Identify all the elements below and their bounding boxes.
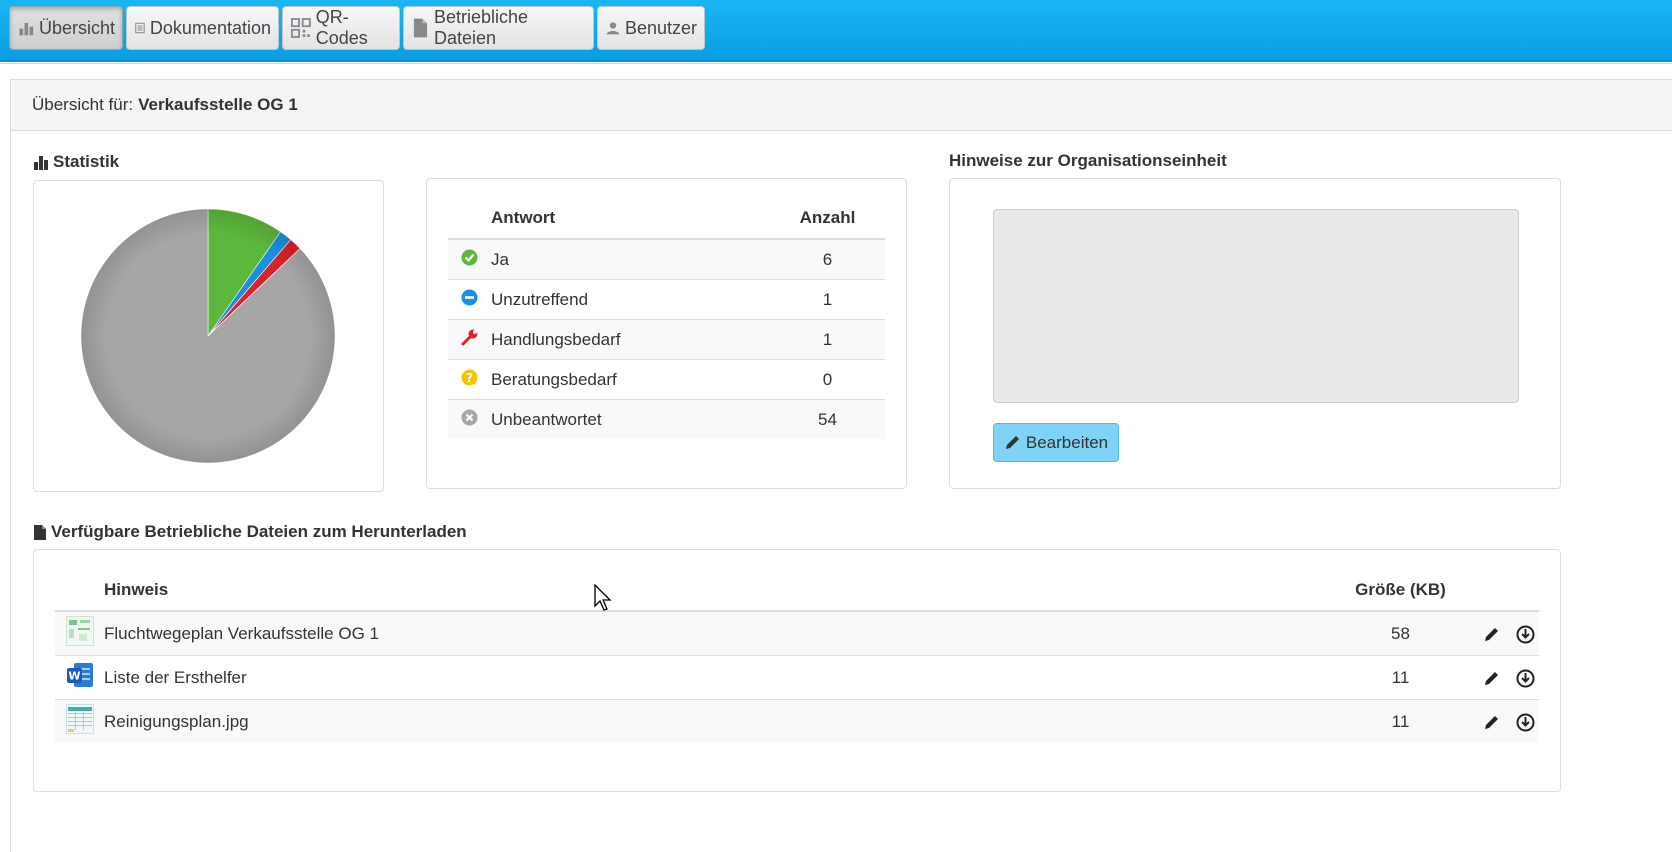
question-circle-icon: ? — [461, 369, 478, 385]
tab-betriebliche-dateien[interactable]: Betriebliche Dateien — [403, 6, 594, 50]
table-row: Unbeantwortet 54 — [448, 399, 885, 439]
overview-panel: Übersicht für: Verkaufsstelle OG 1 Stati… — [10, 79, 1672, 852]
download-icon[interactable] — [1516, 669, 1535, 688]
check-circle-icon — [461, 249, 478, 265]
spreadsheet-thumbnail-icon[interactable] — [65, 704, 94, 734]
table-row: Fluchtwegeplan Verkaufsstelle OG 1 58 — [55, 610, 1539, 656]
file-name[interactable]: Liste der Ersthelfer — [104, 655, 1352, 700]
header-hint: Hinweis — [104, 569, 1352, 612]
main-tabs: Übersicht Dokumentation QR-Codes Betrieb… — [9, 6, 705, 50]
file-size: 11 — [1352, 699, 1449, 743]
file-icon — [34, 524, 46, 540]
svg-text:W: W — [68, 670, 80, 683]
edit-button[interactable]: Bearbeiten — [993, 423, 1119, 462]
tab-uebersicht[interactable]: Übersicht — [9, 6, 123, 50]
table-row: Handlungsbedarf 1 — [448, 319, 885, 360]
x-circle-icon — [461, 409, 478, 425]
edit-button-label: Bearbeiten — [1025, 432, 1109, 452]
row-label: Unzutreffend — [491, 279, 770, 320]
table-row: Unzutreffend 1 — [448, 279, 885, 320]
header-icon-col — [448, 198, 491, 240]
file-name[interactable]: Fluchtwegeplan Verkaufsstelle OG 1 — [104, 610, 1352, 656]
header-size: Größe (KB) — [1352, 569, 1449, 612]
dateien-title-text: Verfügbare Betriebliche Dateien zum Heru… — [51, 522, 467, 541]
table-row: Ja 6 — [448, 238, 885, 280]
statistik-table: Antwort Anzahl Ja 6 Unzutreffend 1 Handl… — [448, 198, 885, 439]
row-label: Beratungsbedarf — [491, 359, 770, 400]
file-name[interactable]: Reinigungsplan.jpg — [104, 699, 1352, 743]
header-count: Anzahl — [770, 198, 885, 240]
table-row: ? Beratungsbedarf 0 — [448, 359, 885, 400]
bar-chart-icon — [34, 156, 48, 170]
tab-benutzer[interactable]: Benutzer — [597, 6, 705, 50]
dateien-table: Hinweis Größe (KB) Fluchtwegeplan Verkau… — [55, 569, 1539, 743]
hinweise-title: Hinweise zur Organisationseinheit — [949, 151, 1227, 170]
download-icon[interactable] — [1516, 625, 1535, 644]
user-icon — [606, 22, 620, 35]
minus-circle-icon — [461, 289, 478, 305]
unit-name: Verkaufsstelle OG 1 — [138, 95, 298, 114]
tab-dokumentation[interactable]: Dokumentation — [126, 6, 279, 50]
tab-label: Übersicht — [38, 17, 115, 38]
list-document-icon — [135, 22, 145, 34]
image-thumbnail-icon[interactable] — [65, 616, 94, 646]
row-count: 6 — [770, 238, 885, 280]
tab-label: Benutzer — [624, 17, 697, 38]
svg-text:?: ? — [466, 371, 473, 385]
file-size: 58 — [1352, 610, 1449, 656]
statistik-table-box: Antwort Anzahl Ja 6 Unzutreffend 1 Handl… — [426, 178, 907, 489]
row-label: Unbeantwortet — [491, 399, 770, 439]
pencil-icon — [1005, 436, 1019, 449]
header-answer: Antwort — [491, 198, 770, 240]
tab-label: Betriebliche Dateien — [433, 7, 529, 48]
overview-header: Übersicht für: Verkaufsstelle OG 1 — [11, 80, 1672, 131]
file-size: 11 — [1352, 655, 1449, 700]
row-count: 54 — [770, 399, 885, 439]
tab-label: Dokumentation — [149, 17, 271, 38]
mouse-cursor-icon — [594, 584, 612, 611]
pencil-icon[interactable] — [1483, 669, 1501, 687]
pencil-icon[interactable] — [1483, 713, 1501, 731]
dateien-title: Verfügbare Betriebliche Dateien zum Heru… — [33, 522, 467, 542]
statistik-title: Statistik — [33, 152, 119, 172]
overview-label: Übersicht für: — [32, 95, 134, 114]
top-navigation-bar: Übersicht Dokumentation QR-Codes Betrieb… — [0, 0, 1672, 62]
row-count: 1 — [770, 319, 885, 360]
header-icon-col — [55, 569, 104, 612]
hinweise-box: Bearbeiten — [949, 178, 1561, 489]
table-header: Antwort Anzahl — [448, 198, 885, 240]
divider — [0, 63, 1672, 64]
wrench-icon — [461, 329, 477, 346]
pencil-icon[interactable] — [1483, 625, 1501, 643]
download-icon[interactable] — [1516, 713, 1535, 732]
statistik-title-text: Statistik — [53, 152, 120, 171]
tab-label: QR-Codes — [315, 7, 368, 48]
row-count: 1 — [770, 279, 885, 320]
row-count: 0 — [770, 359, 885, 400]
row-label: Handlungsbedarf — [491, 319, 770, 360]
bar-chart-icon — [19, 22, 34, 36]
row-label: Ja — [491, 238, 770, 280]
header-actions-col — [1449, 569, 1539, 612]
table-row: W Liste der Ersthelfer 11 — [55, 655, 1539, 700]
pie-chart — [80, 208, 336, 464]
table-header: Hinweis Größe (KB) — [55, 569, 1539, 612]
table-row: Reinigungsplan.jpg 11 — [55, 699, 1539, 743]
hinweise-textarea[interactable] — [993, 209, 1519, 403]
qr-code-icon — [291, 18, 311, 38]
file-icon — [413, 18, 428, 38]
tab-qr-codes[interactable]: QR-Codes — [282, 6, 400, 50]
pie-chart-box — [33, 180, 384, 492]
word-document-icon[interactable]: W — [66, 662, 94, 688]
dateien-box: Hinweis Größe (KB) Fluchtwegeplan Verkau… — [33, 549, 1561, 792]
